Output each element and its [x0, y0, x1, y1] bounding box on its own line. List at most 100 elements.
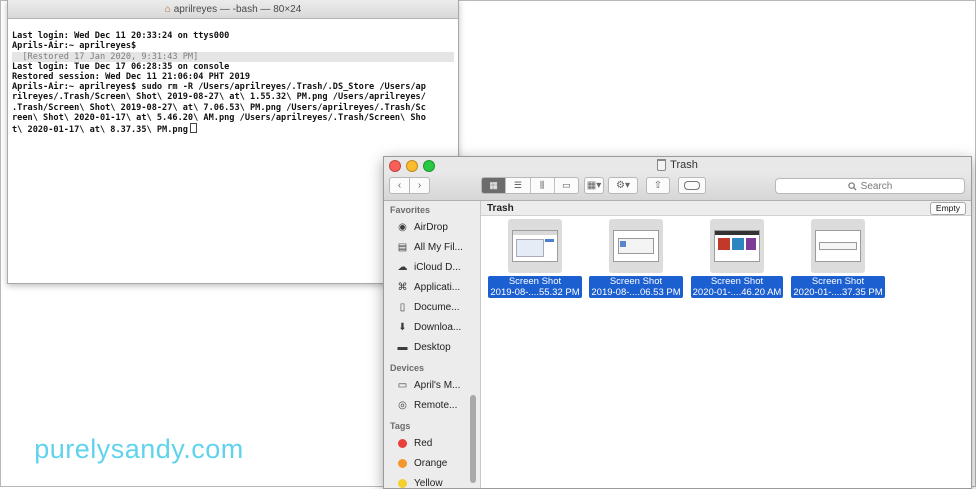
action-button[interactable]: ⚙▾: [608, 177, 638, 194]
sidebar-item-label: Desktop: [414, 341, 451, 353]
sidebar-item-all-my-files[interactable]: ▤ All My Fil...: [384, 237, 480, 257]
finder-sidebar: Favorites ◉ AirDrop ▤ All My Fil... ☁ iC…: [384, 201, 481, 488]
column-view-button[interactable]: ⫼: [531, 178, 555, 193]
file-name: Screen Shot 2019-08-....06.53 PM: [589, 276, 683, 298]
finder-toolbar: ‹ › ▦ ☰ ⫼ ▭ ▦▾ ⚙▾ ⇧ Search: [384, 173, 971, 201]
sidebar-item-label: Docume...: [414, 301, 460, 313]
trash-icon: [657, 159, 667, 171]
laptop-icon: ▭: [397, 379, 408, 391]
file-thumbnail: [508, 219, 562, 273]
path-title: Trash: [487, 202, 514, 214]
file-name-line: Screen Shot: [811, 276, 865, 287]
close-button[interactable]: [389, 160, 401, 172]
sidebar-item-remote-disc[interactable]: ◎ Remote...: [384, 395, 480, 415]
finder-titlebar[interactable]: Trash: [384, 157, 971, 173]
desktop-icon: ▬: [397, 341, 408, 353]
finder-window[interactable]: Trash ‹ › ▦ ☰ ⫼ ▭ ▦▾ ⚙▾ ⇧ Search Favorit…: [383, 156, 972, 489]
terminal-line: Restored session: Wed Dec 11 21:06:04 PH…: [12, 72, 250, 83]
back-button[interactable]: ‹: [389, 177, 410, 194]
terminal-line: rilreyes/.Trash/Screen\ Shot\ 2019-08-27…: [12, 92, 426, 103]
terminal-line: .Trash/Screen\ Shot\ 2019-08-27\ at\ 7.0…: [12, 102, 426, 113]
file-item[interactable]: Screen Shot 2020-01-....37.35 PM: [789, 219, 887, 300]
gear-icon: ⚙▾: [616, 180, 630, 191]
sidebar-header-tags: Tags: [390, 421, 411, 431]
file-name: Screen Shot 2019-08-....55.32 PM: [488, 276, 582, 298]
red-tag-dot: [398, 438, 407, 448]
list-view-button[interactable]: ☰: [506, 178, 531, 193]
sidebar-header-devices: Devices: [390, 363, 425, 373]
sidebar-item-tag-red[interactable]: Red: [384, 433, 480, 453]
icloud-icon: ☁: [397, 261, 408, 273]
screenshot-thumbnail-icon: [613, 230, 659, 262]
share-icon: ⇧: [653, 180, 663, 191]
minimize-button[interactable]: [406, 160, 418, 172]
file-thumbnail: [609, 219, 663, 273]
icon-view-button[interactable]: ▦: [482, 178, 507, 193]
sidebar-item-label: Downloa...: [414, 321, 462, 333]
yellow-tag-dot: [398, 478, 407, 488]
tag-icon: [684, 181, 700, 190]
terminal-titlebar[interactable]: ⌂ aprilreyes — -bash — 80×24: [8, 0, 458, 19]
search-icon: [847, 181, 857, 191]
file-name: Screen Shot 2020-01-....46.20 AM: [690, 276, 784, 298]
view-mode-group: ▦ ☰ ⫼ ▭: [481, 177, 579, 194]
terminal-line: reen\ Shot\ 2020-01-17\ at\ 5.46.20\ AM.…: [12, 112, 426, 123]
file-name-line: Screen Shot: [609, 276, 663, 287]
finder-title: Trash: [670, 159, 698, 171]
zoom-button[interactable]: [423, 160, 435, 172]
sidebar-item-applications[interactable]: ⌘ Applicati...: [384, 277, 480, 297]
sidebar-item-aprils-macbook[interactable]: ▭ April's M...: [384, 375, 480, 395]
file-item[interactable]: Screen Shot 2019-08-....06.53 PM: [587, 219, 685, 300]
path-bar: Trash Empty: [481, 201, 971, 216]
screenshot-thumbnail-icon: [815, 230, 861, 262]
sidebar-item-label: iCloud D...: [414, 261, 461, 273]
terminal-title: aprilreyes — -bash — 80×24: [173, 3, 302, 15]
terminal-line: Last login: Wed Dec 11 20:33:24 on ttys0…: [12, 31, 230, 42]
file-name: Screen Shot 2020-01-....37.35 PM: [791, 276, 885, 298]
sidebar-item-icloud-drive[interactable]: ☁ iCloud D...: [384, 257, 480, 277]
share-button[interactable]: ⇧: [646, 177, 670, 194]
screenshot-thumbnail-icon: [512, 230, 558, 262]
terminal-line: Last login: Tue Dec 17 06:28:35 on conso…: [12, 61, 230, 72]
edit-tags-button[interactable]: [678, 177, 706, 194]
sidebar-item-label: April's M...: [414, 379, 461, 391]
sidebar-item-desktop[interactable]: ▬ Desktop: [384, 337, 480, 357]
arrange-button[interactable]: ▦▾: [584, 177, 604, 194]
sidebar-item-downloads[interactable]: ⬇ Downloa...: [384, 317, 480, 337]
terminal-line: Aprils-Air:~ aprilreyes$: [12, 41, 137, 52]
airdrop-icon: ◉: [398, 221, 407, 233]
watermark: purelysandy.com: [29, 426, 249, 472]
sidebar-item-airdrop[interactable]: ◉ AirDrop: [384, 217, 480, 237]
applications-icon: ⌘: [397, 281, 408, 293]
sidebar-item-documents[interactable]: ▯ Docume...: [384, 297, 480, 317]
sidebar-item-tag-orange[interactable]: Orange: [384, 453, 480, 473]
file-name-line: Screen Shot: [710, 276, 764, 287]
sidebar-header-favorites: Favorites: [390, 205, 431, 215]
sidebar-item-label: Orange: [414, 457, 448, 469]
file-thumbnail: [811, 219, 865, 273]
file-name-line: 2019-08-....06.53 PM: [591, 287, 681, 298]
finder-content[interactable]: Trash Empty Screen Shot 2019-08-....55.3…: [481, 201, 971, 488]
sidebar-scrollbar[interactable]: [470, 395, 476, 483]
file-name-line: 2020-01-....46.20 AM: [692, 287, 782, 298]
cover-flow-button[interactable]: ▭: [555, 178, 578, 193]
documents-icon: ▯: [399, 301, 406, 313]
search-field[interactable]: Search: [775, 178, 965, 194]
file-item[interactable]: Screen Shot 2019-08-....55.32 PM: [486, 219, 584, 300]
sidebar-item-label: All My Fil...: [414, 241, 463, 253]
file-name-line: Screen Shot: [508, 276, 562, 287]
grid-icon: ▦▾: [586, 180, 602, 191]
terminal-cursor: [189, 123, 197, 134]
file-item[interactable]: Screen Shot 2020-01-....46.20 AM: [688, 219, 786, 300]
sidebar-item-label: Remote...: [414, 399, 458, 411]
window-controls: [389, 160, 435, 172]
file-name-line: 2019-08-....55.32 PM: [490, 287, 580, 298]
file-name-line: 2020-01-....37.35 PM: [793, 287, 883, 298]
disc-icon: ◎: [398, 399, 407, 411]
terminal-output[interactable]: Last login: Wed Dec 11 20:33:24 on ttys0…: [8, 19, 458, 145]
file-thumbnail: [710, 219, 764, 273]
empty-trash-button[interactable]: Empty: [929, 202, 966, 215]
forward-button[interactable]: ›: [409, 177, 430, 194]
home-icon: ⌂: [164, 3, 171, 15]
chevron-right-icon: ›: [417, 180, 422, 191]
